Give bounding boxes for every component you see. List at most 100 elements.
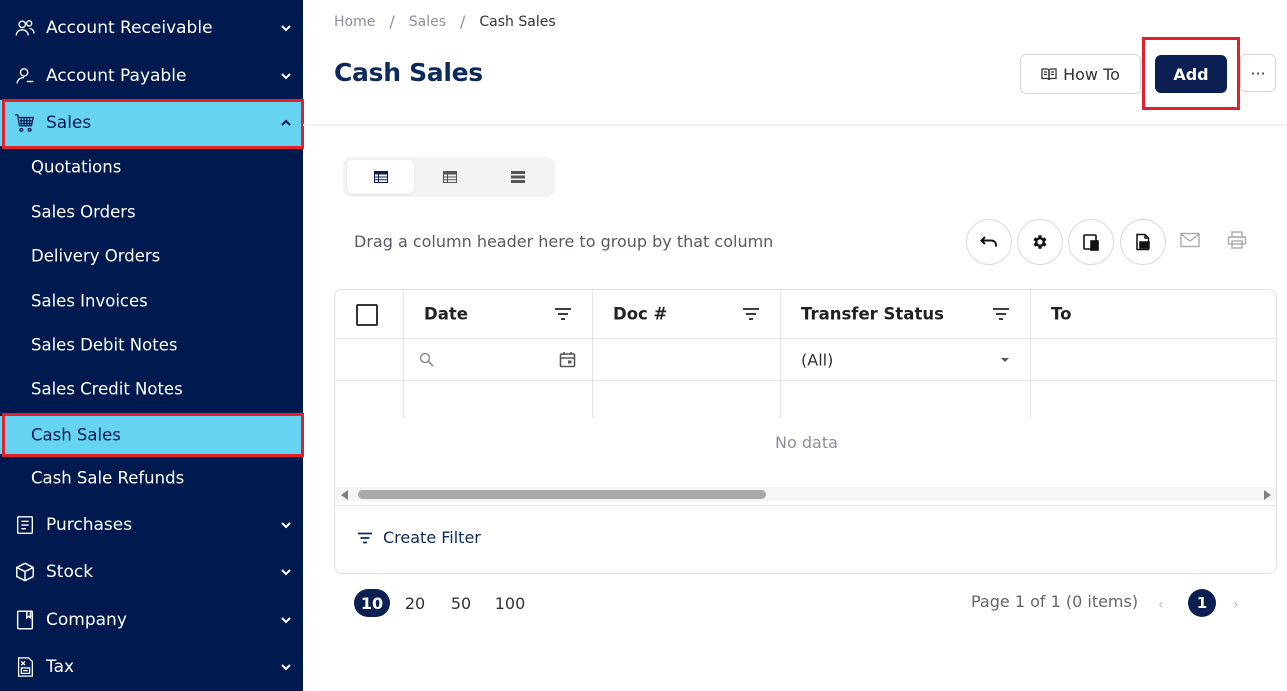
page-size-100[interactable]: 100 [492,589,528,617]
column-header-to[interactable]: To [1031,290,1276,338]
sidebar-subitem-sales-invoices[interactable]: Sales Invoices [0,281,303,321]
undo-icon [980,236,997,247]
page-title: Cash Sales [334,58,483,87]
sidebar-subitem-delivery-orders[interactable]: Delivery Orders [0,236,303,276]
column-header-label: To [1051,304,1072,324]
sidebar-item-stock[interactable]: Stock [0,549,303,595]
sidebar-subitem-sales-debit-notes[interactable]: Sales Debit Notes [0,325,303,365]
page-size-20[interactable]: 20 [400,589,430,617]
sidebar-subitem-cash-sale-refunds[interactable]: Cash Sale Refunds [0,458,303,498]
page-size-50[interactable]: 50 [446,589,476,617]
sidebar-item-company[interactable]: Company [0,597,303,643]
users-icon [15,20,35,36]
breadcrumb-sales[interactable]: Sales [409,14,446,30]
view-table-detailed-button[interactable] [347,160,414,194]
filter-icon [358,532,372,543]
receipt-icon [16,516,34,534]
sidebar-item-tax[interactable]: Tax [0,644,303,690]
chevron-down-icon [281,664,291,671]
column-chooser-button[interactable] [1068,219,1114,265]
caret-down-icon [1001,358,1009,362]
select-all-cell [335,290,403,338]
sidebar-subitem-sales-orders[interactable]: Sales Orders [0,192,303,232]
sidebar-subitem-label: Sales Orders [31,202,136,222]
sidebar-subitem-label: Sales Debit Notes [31,335,178,355]
column-header-doc-no[interactable]: Doc # [593,290,780,338]
chevron-down-icon [281,617,291,624]
cart-icon [14,114,35,132]
print-button[interactable] [1226,229,1248,251]
view-table-compact-button[interactable] [416,160,483,194]
table-icon [373,171,388,183]
filter-icon[interactable] [554,307,572,321]
sidebar-item-label: Stock [46,562,94,582]
sidebar-subitem-sales-credit-notes[interactable]: Sales Credit Notes [0,369,303,409]
sidebar-subitem-label: Sales Credit Notes [31,379,183,399]
search-icon [419,352,434,367]
sidebar-item-sales[interactable]: Sales [0,100,303,146]
sidebar-subitem-cash-sales[interactable]: Cash Sales [0,416,303,454]
prev-page-button[interactable]: ‹ [1158,597,1164,613]
sidebar-subitem-quotations[interactable]: Quotations [0,147,303,187]
add-button[interactable]: Add [1155,55,1227,93]
column-header-date[interactable]: Date [404,290,592,338]
more-options-button[interactable]: ··· [1240,54,1276,92]
export-button[interactable] [1120,219,1166,265]
column-header-transfer-status[interactable]: Transfer Status [781,290,1030,338]
gear-icon [1033,235,1047,249]
chevron-down-icon [281,569,291,576]
column-header-label: Doc # [613,304,668,324]
next-page-button[interactable]: › [1233,597,1239,613]
building-icon [16,610,34,630]
calendar-icon[interactable] [559,351,576,368]
how-to-button[interactable]: How To [1020,54,1141,94]
header-divider [303,124,1287,126]
data-grid: Date Doc # Transfer Status To (All) No d… [334,289,1277,574]
transfer-status-filter-value: (All) [801,350,834,369]
sidebar-item-account-payable[interactable]: Account Payable [0,53,303,99]
page-size-10[interactable]: 10 [354,589,390,617]
horizontal-scrollbar[interactable] [336,487,1276,501]
filter-icon[interactable] [992,307,1010,321]
sidebar-item-label: Tax [46,657,75,677]
list-icon [442,171,457,183]
scrollbar-thumb[interactable] [358,490,766,499]
chevron-down-icon [281,25,291,32]
date-filter-cell[interactable] [404,339,592,380]
footer-divider [335,505,1276,506]
box-icon [16,562,34,582]
sidebar-item-label: Sales [46,113,92,133]
breadcrumb-separator: / [460,12,466,31]
view-card-button[interactable] [484,160,551,194]
group-panel-hint: Drag a column header here to group by th… [354,232,774,251]
chevron-up-icon [281,119,291,126]
page-number-1[interactable]: 1 [1188,589,1216,617]
sidebar-item-label: Purchases [46,515,133,535]
export-icon [1136,233,1150,251]
view-toggle [343,157,555,197]
how-to-label: How To [1063,64,1120,84]
sidebar-item-account-receivable[interactable]: Account Receivable [0,5,303,51]
select-all-checkbox[interactable] [356,304,378,326]
settings-button[interactable] [1017,219,1063,265]
sidebar-subitem-label: Cash Sale Refunds [31,468,185,488]
sidebar-subitem-label: Cash Sales [31,425,121,445]
scroll-left-arrow[interactable] [341,490,348,500]
breadcrumb-home[interactable]: Home [334,14,375,30]
sidebar-item-purchases[interactable]: Purchases [0,502,303,548]
user-icon [16,67,34,84]
filter-icon[interactable] [742,307,760,321]
rows-icon [510,171,525,183]
printer-icon [1227,231,1247,249]
page-info: Page 1 of 1 (0 items) [971,592,1139,611]
email-button[interactable] [1179,229,1201,251]
breadcrumb: Home / Sales / Cash Sales [334,12,556,31]
create-filter-label: Create Filter [383,528,481,547]
book-icon [1041,68,1057,81]
reset-layout-button[interactable] [966,219,1012,265]
breadcrumb-current: Cash Sales [479,13,556,30]
column-chooser-icon [1083,234,1099,251]
create-filter-button[interactable]: Create Filter [357,528,481,547]
scroll-right-arrow[interactable] [1264,490,1271,500]
transfer-status-filter-select[interactable]: (All) [781,339,1030,380]
